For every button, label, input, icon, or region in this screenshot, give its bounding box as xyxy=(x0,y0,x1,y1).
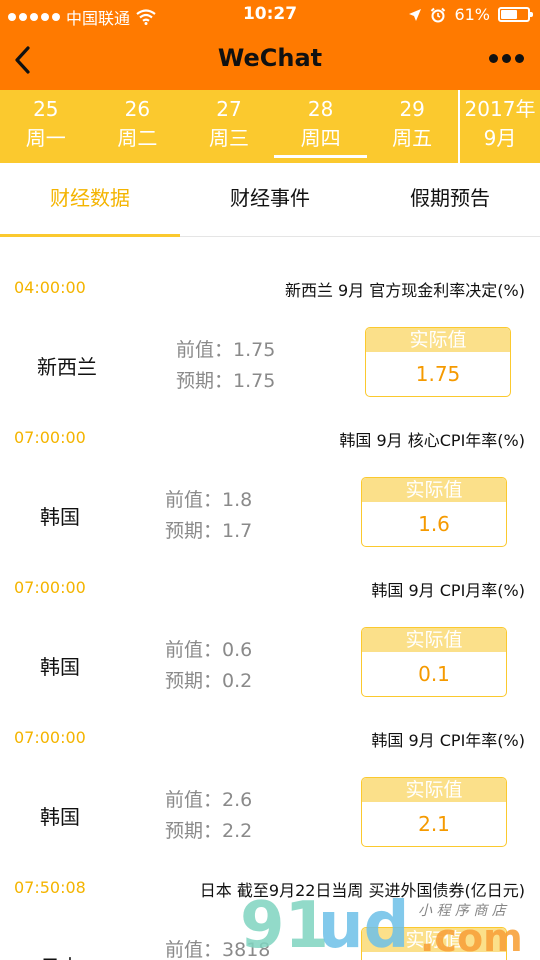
date-weekday: 周二 xyxy=(117,126,158,150)
entry-event: 新西兰 9月 官方现金利率决定(%) xyxy=(284,281,525,300)
prev-value: 0.6 xyxy=(222,639,253,661)
date-weekday: 周三 xyxy=(208,126,249,150)
list-item[interactable]: 07:00:00 韩国 9月 核心CPI年率(%) 韩国 前值：1.8 预期：1… xyxy=(0,387,540,547)
month-selector[interactable]: 2017年 9月 xyxy=(458,90,540,163)
date-weekday: 周五 xyxy=(392,126,433,150)
nav-bar: WeChat xyxy=(0,30,540,90)
entry-time: 07:00:00 xyxy=(14,578,86,597)
battery-icon xyxy=(498,7,533,22)
tab-financial-events[interactable]: 财经事件 xyxy=(180,163,360,236)
prev-label: 前值： xyxy=(165,489,223,511)
year-label: 2017年 xyxy=(464,97,536,121)
alarm-icon xyxy=(431,7,446,22)
entry-values: 前值：3818 xyxy=(165,935,270,960)
prev-value: 1.8 xyxy=(222,489,253,511)
tab-holiday-notice[interactable]: 假期预告 xyxy=(360,163,540,236)
entry-event: 韩国 9月 CPI年率(%) xyxy=(371,731,525,750)
prev-value: 1.75 xyxy=(233,339,276,361)
date-strip: 25 周一 26 周二 27 周三 28 周四 29 周五 2017年 9月 xyxy=(0,90,540,163)
prev-label: 前值： xyxy=(165,789,223,811)
date-weekday: 周一 xyxy=(25,126,66,150)
actual-label: 实际值 xyxy=(362,928,506,952)
entry-country: 韩国 xyxy=(40,505,80,529)
entry-time: 07:00:00 xyxy=(14,428,86,447)
date-number: 26 xyxy=(124,97,151,121)
entry-event: 日本 截至9月22日当周 买进外国债券(亿日元) xyxy=(199,881,525,900)
date-item-29[interactable]: 29 周五 xyxy=(366,90,458,163)
entry-time: 04:00:00 xyxy=(14,278,86,297)
actual-label: 实际值 xyxy=(362,778,506,802)
actual-value-box: 实际值 xyxy=(361,927,507,960)
date-item-28[interactable]: 28 周四 xyxy=(273,90,367,163)
prev-label: 前值： xyxy=(176,339,234,361)
prev-value: 2.6 xyxy=(222,789,253,811)
entry-country: 韩国 xyxy=(40,805,80,829)
actual-label: 实际值 xyxy=(362,628,506,652)
battery-percent: 61% xyxy=(454,5,490,24)
prev-row: 前值：0.6 xyxy=(165,635,252,666)
prev-row: 前值：1.75 xyxy=(176,335,275,366)
prev-row: 前值：2.6 xyxy=(165,785,252,816)
more-options-icon[interactable] xyxy=(489,54,524,63)
date-number: 25 xyxy=(33,97,59,121)
status-bar: 中国联通 10:27 61% xyxy=(0,0,540,30)
prev-row: 前值：3818 xyxy=(165,935,270,960)
list-item[interactable]: 07:00:00 韩国 9月 CPI年率(%) 韩国 前值：2.6 预期：2.2… xyxy=(0,687,540,847)
date-number: 28 xyxy=(307,97,334,121)
tab-bar: 财经数据 财经事件 假期预告 xyxy=(0,163,540,237)
entry-event: 韩国 9月 CPI月率(%) xyxy=(371,581,525,600)
prev-label: 前值： xyxy=(165,639,223,661)
data-list: 04:00:00 新西兰 9月 官方现金利率决定(%) 新西兰 前值：1.75 … xyxy=(0,237,540,960)
entry-country: 日本 xyxy=(40,951,80,960)
page-title: WeChat xyxy=(217,44,323,72)
list-item[interactable]: 04:00:00 新西兰 9月 官方现金利率决定(%) 新西兰 前值：1.75 … xyxy=(0,237,540,397)
date-number: 27 xyxy=(216,97,242,121)
entry-country: 新西兰 xyxy=(37,355,97,379)
list-item[interactable]: 07:00:00 韩国 9月 CPI月率(%) 韩国 前值：0.6 预期：0.2… xyxy=(0,537,540,697)
date-number: 29 xyxy=(399,97,425,121)
status-right: 61% xyxy=(408,5,533,24)
date-weekday: 周四 xyxy=(300,126,341,150)
date-item-25[interactable]: 25 周一 xyxy=(0,90,92,163)
date-item-27[interactable]: 27 周三 xyxy=(183,90,275,163)
list-item[interactable]: 07:50:08 日本 截至9月22日当周 买进外国债券(亿日元) 日本 前值：… xyxy=(0,837,540,960)
entry-country: 韩国 xyxy=(40,655,80,679)
date-item-26[interactable]: 26 周二 xyxy=(92,90,184,163)
entry-time: 07:50:08 xyxy=(14,878,86,897)
prev-label: 前值： xyxy=(165,939,223,960)
entry-event: 韩国 9月 核心CPI年率(%) xyxy=(339,431,525,450)
month-label: 9月 xyxy=(483,126,517,150)
tab-financial-data[interactable]: 财经数据 xyxy=(0,163,180,237)
actual-label: 实际值 xyxy=(362,478,506,502)
prev-row: 前值：1.8 xyxy=(165,485,252,516)
actual-label: 实际值 xyxy=(366,328,510,352)
location-arrow-icon xyxy=(409,8,422,21)
prev-value: 3818 xyxy=(222,939,271,960)
entry-time: 07:00:00 xyxy=(14,728,86,747)
